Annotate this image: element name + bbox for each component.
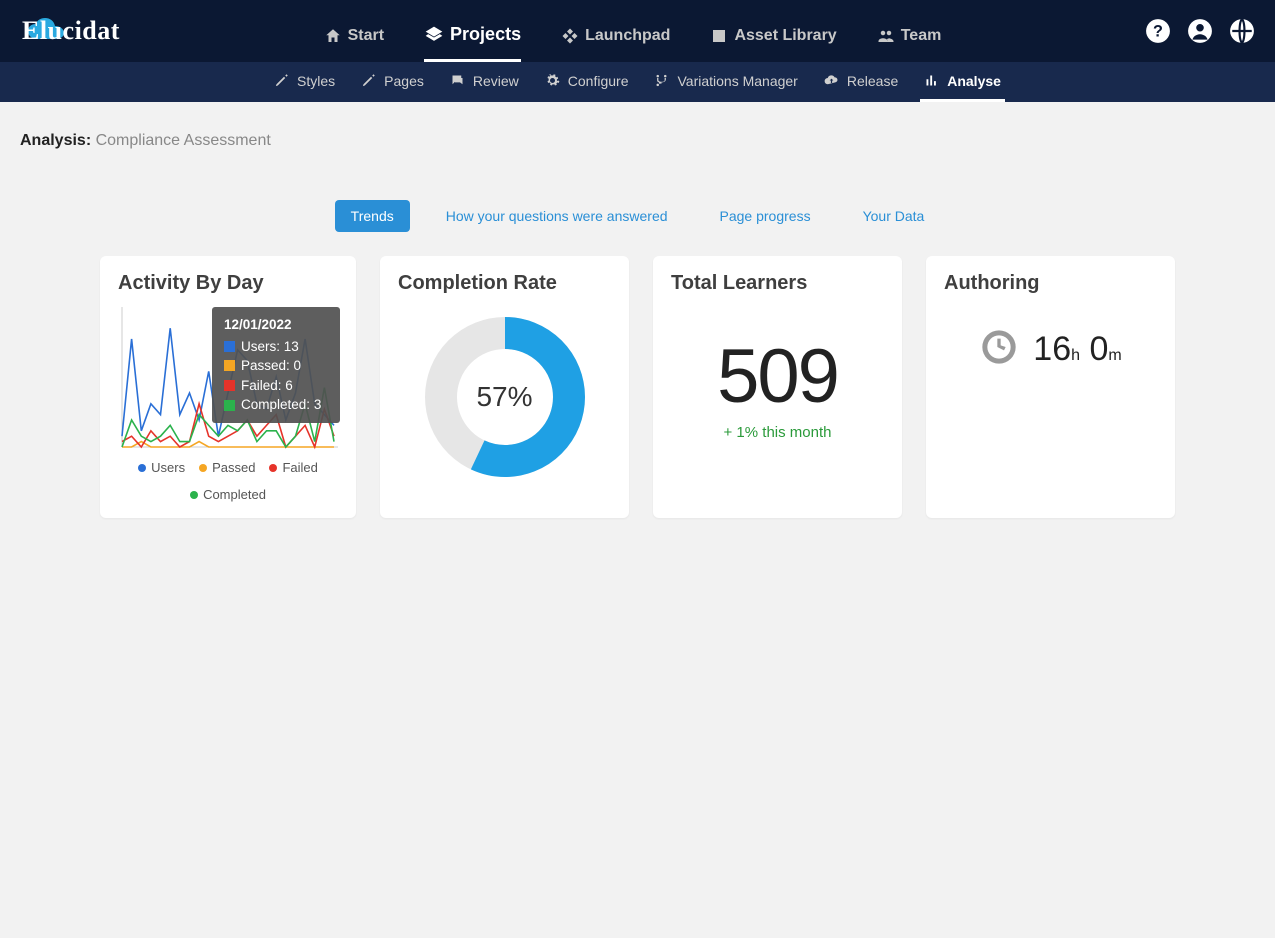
authoring-time: 16h 0m: [1033, 330, 1121, 369]
tab-your-data[interactable]: Your Data: [847, 200, 941, 232]
chat-icon: [450, 73, 465, 88]
tab-questions[interactable]: How your questions were answered: [430, 200, 684, 232]
legend-item[interactable]: Users: [138, 460, 185, 475]
card-authoring: Authoring 16h 0m: [926, 256, 1175, 518]
nav-label: Launchpad: [585, 27, 670, 45]
subnav-label: Variations Manager: [677, 73, 797, 89]
svg-text:?: ?: [1153, 22, 1163, 40]
clock-icon: [979, 327, 1019, 372]
tooltip-text: Users: 13: [241, 337, 299, 357]
diamond-icon: [561, 27, 579, 45]
completion-percent: 57%: [423, 315, 587, 479]
nav-asset-library[interactable]: Asset Library: [710, 27, 836, 62]
cards-row: Activity By Day 12/01/2022 Users: 13 Pas…: [0, 256, 1275, 518]
legend-item[interactable]: Completed: [190, 487, 266, 502]
card-learners: Total Learners 509 + 1% this month: [653, 256, 902, 518]
image-icon: [710, 27, 728, 45]
subnav-label: Review: [473, 73, 519, 89]
nav-label: Projects: [450, 24, 521, 45]
subnav-pages[interactable]: Pages: [357, 62, 428, 102]
nav-projects[interactable]: Projects: [424, 24, 521, 62]
globe-icon[interactable]: [1229, 18, 1255, 44]
card-title: Total Learners: [671, 272, 884, 295]
branch-icon: [654, 73, 669, 88]
nav-label: Team: [901, 27, 942, 45]
nav-label: Start: [348, 27, 384, 45]
people-icon: [877, 27, 895, 45]
subnav-label: Release: [847, 73, 898, 89]
authoring-content: 16h 0m: [944, 307, 1157, 372]
tooltip-row-completed: Completed: 3: [224, 395, 328, 415]
activity-chart[interactable]: 12/01/2022 Users: 13 Passed: 0 Failed: 6…: [118, 307, 338, 452]
swatch-icon: [224, 380, 235, 391]
swatch-icon: [224, 360, 235, 371]
title-name: Compliance Assessment: [96, 132, 271, 149]
donut-wrap: 57%: [398, 307, 611, 487]
page-title: Analysis: Compliance Assessment: [0, 102, 1275, 170]
main-nav: Start Projects Launchpad Asset Library T…: [120, 0, 1145, 62]
card-title: Activity By Day: [118, 272, 338, 295]
card-title: Completion Rate: [398, 272, 611, 295]
tab-trends[interactable]: Trends: [335, 200, 410, 232]
completion-donut: 57%: [423, 315, 587, 479]
dot-icon: [199, 464, 207, 472]
tooltip-text: Completed: 3: [241, 395, 321, 415]
nav-start[interactable]: Start: [324, 27, 384, 62]
tooltip-row-users: Users: 13: [224, 337, 328, 357]
subnav-label: Analyse: [947, 73, 1001, 89]
bars-icon: [924, 73, 939, 88]
subnav-styles[interactable]: Styles: [270, 62, 339, 102]
tooltip-text: Passed: 0: [241, 356, 301, 376]
nav-launchpad[interactable]: Launchpad: [561, 27, 670, 62]
tab-page-progress[interactable]: Page progress: [704, 200, 827, 232]
brand-logo[interactable]: Elucidat: [20, 16, 120, 46]
top-navbar: Elucidat Start Projects Launchpad Asset …: [0, 0, 1275, 62]
dot-icon: [190, 491, 198, 499]
brand-text: Elucidat: [22, 16, 120, 46]
chart-legend: Users Passed Failed Completed: [118, 460, 338, 502]
subnav-variations[interactable]: Variations Manager: [650, 62, 801, 102]
subnav-release[interactable]: Release: [820, 62, 902, 102]
subnav-analyse[interactable]: Analyse: [920, 62, 1005, 102]
legend-item[interactable]: Failed: [269, 460, 317, 475]
swatch-icon: [224, 400, 235, 411]
topbar-actions: ?: [1145, 18, 1255, 44]
home-icon: [324, 27, 342, 45]
pencil-icon: [361, 73, 376, 88]
total-learners-value: 509: [671, 307, 884, 420]
tooltip-date: 12/01/2022: [224, 315, 328, 335]
nav-label: Asset Library: [734, 27, 836, 45]
legend-item[interactable]: Passed: [199, 460, 255, 475]
dot-icon: [138, 464, 146, 472]
tooltip-text: Failed: 6: [241, 376, 293, 396]
chart-tooltip: 12/01/2022 Users: 13 Passed: 0 Failed: 6…: [212, 307, 340, 423]
dot-icon: [269, 464, 277, 472]
pencil-icon: [274, 73, 289, 88]
cloud-icon: [824, 73, 839, 88]
subnav-label: Pages: [384, 73, 424, 89]
subnav-review[interactable]: Review: [446, 62, 523, 102]
account-icon[interactable]: [1187, 18, 1213, 44]
title-prefix: Analysis:: [20, 132, 91, 149]
subnav-label: Styles: [297, 73, 335, 89]
card-title: Authoring: [944, 272, 1157, 295]
sub-navbar: Styles Pages Review Configure Variations…: [0, 62, 1275, 102]
layers-icon: [424, 25, 444, 45]
nav-team[interactable]: Team: [877, 27, 942, 62]
card-completion: Completion Rate 57%: [380, 256, 629, 518]
tooltip-row-passed: Passed: 0: [224, 356, 328, 376]
gear-icon: [545, 73, 560, 88]
card-activity: Activity By Day 12/01/2022 Users: 13 Pas…: [100, 256, 356, 518]
subnav-configure[interactable]: Configure: [541, 62, 633, 102]
subnav-label: Configure: [568, 73, 629, 89]
help-icon[interactable]: ?: [1145, 18, 1171, 44]
tooltip-row-failed: Failed: 6: [224, 376, 328, 396]
learners-delta: + 1% this month: [671, 424, 884, 441]
analysis-tabs: Trends How your questions were answered …: [0, 200, 1275, 232]
swatch-icon: [224, 341, 235, 352]
